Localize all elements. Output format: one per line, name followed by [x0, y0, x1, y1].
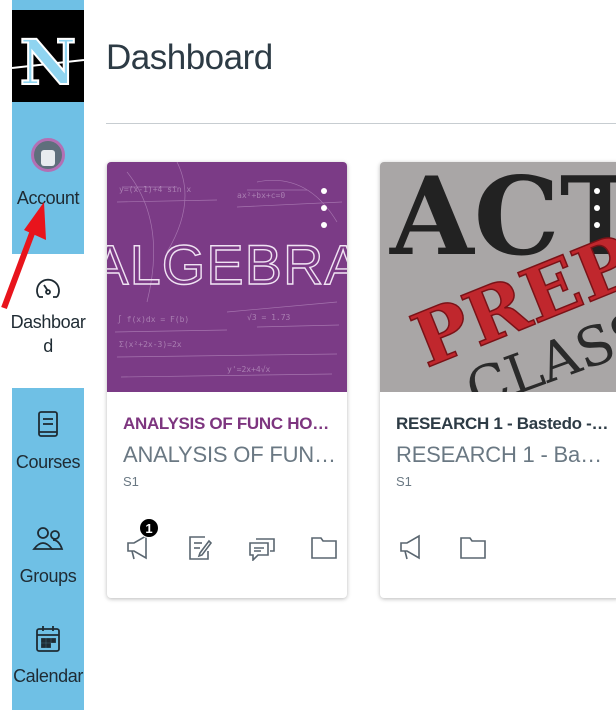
groups-icon	[31, 522, 65, 556]
algebra-image: y=(x-1)+4 sin x ax²+bx+c=0 ∫ f(x)dx = F(…	[107, 162, 347, 392]
nav-courses-label: Courses	[15, 452, 81, 472]
course-card-image[interactable]: y=(x-1)+4 sin x ax²+bx+c=0 ∫ f(x)dx = F(…	[107, 162, 347, 392]
svg-text:Σ(x²+2x-3)=2x: Σ(x²+2x-3)=2x	[119, 340, 182, 349]
svg-text:√3 = 1.73: √3 = 1.73	[247, 313, 291, 322]
page-title: Dashboard	[106, 38, 273, 77]
svg-text:y'=2x+4√x: y'=2x+4√x	[227, 365, 271, 374]
notification-badge: 1	[139, 518, 159, 538]
nav-groups[interactable]: Groups	[12, 522, 84, 588]
course-card-subtitle: ANALYSIS OF FUNC HON...	[123, 442, 339, 467]
files-button[interactable]	[309, 530, 339, 564]
assignments-button[interactable]	[185, 530, 215, 564]
announcements-button[interactable]: 1	[123, 518, 159, 564]
act-prep-image: ACT CLASS PREP	[380, 162, 616, 392]
files-icon	[311, 537, 337, 559]
nav-calendar-label: Calendar	[13, 666, 83, 686]
assignments-icon	[189, 536, 212, 560]
algebra-image-text: ALGEBRA	[107, 233, 347, 296]
course-card-image[interactable]: ACT CLASS PREP	[380, 162, 616, 392]
avatar	[31, 138, 65, 172]
global-nav: N Account Dashboar d Courses Groups Cale…	[0, 0, 86, 710]
nav-groups-label: Groups	[19, 566, 77, 586]
svg-text:y=(x-1)+4 sin x: y=(x-1)+4 sin x	[119, 185, 191, 194]
announcements-icon	[400, 534, 420, 560]
course-card-title[interactable]: ANALYSIS OF FUNC HON - Bi...	[123, 414, 339, 434]
header-divider	[106, 123, 616, 124]
course-card-term: S1	[123, 474, 139, 489]
course-card-actions	[396, 530, 488, 564]
files-icon	[460, 537, 486, 559]
course-card-title[interactable]: RESEARCH 1 - Bastedo - 03-S...	[396, 414, 612, 434]
courses-icon	[31, 408, 65, 442]
files-button[interactable]	[458, 530, 488, 564]
svg-text:ax²+bx+c=0: ax²+bx+c=0	[237, 191, 285, 200]
discussions-button[interactable]	[247, 530, 277, 564]
svg-text:∫ f(x)dx = F(b): ∫ f(x)dx = F(b)	[117, 315, 189, 324]
annotation-arrow-icon	[1, 202, 46, 310]
course-card-actions: 1	[123, 518, 339, 564]
school-logo[interactable]: N	[12, 10, 84, 102]
nav-courses[interactable]: Courses	[12, 408, 84, 474]
logo-letter: N	[20, 26, 77, 99]
n-logo-icon: N	[12, 10, 84, 102]
course-card[interactable]: y=(x-1)+4 sin x ax²+bx+c=0 ∫ f(x)dx = F(…	[107, 162, 347, 598]
card-options-button[interactable]	[592, 188, 602, 228]
course-card-subtitle: RESEARCH 1 - Bastedo - ...	[396, 442, 612, 467]
announcements-button[interactable]	[396, 530, 426, 564]
course-card-term: S1	[396, 474, 412, 489]
course-card[interactable]: ACT CLASS PREP RESEARCH 1 - Bastedo - 03…	[380, 162, 616, 598]
nav-dashboard-label: Dashboar d	[10, 312, 86, 356]
nav-calendar[interactable]: Calendar	[12, 622, 84, 688]
card-options-button[interactable]	[319, 188, 329, 228]
discussions-icon	[249, 538, 275, 561]
calendar-icon	[31, 622, 65, 656]
